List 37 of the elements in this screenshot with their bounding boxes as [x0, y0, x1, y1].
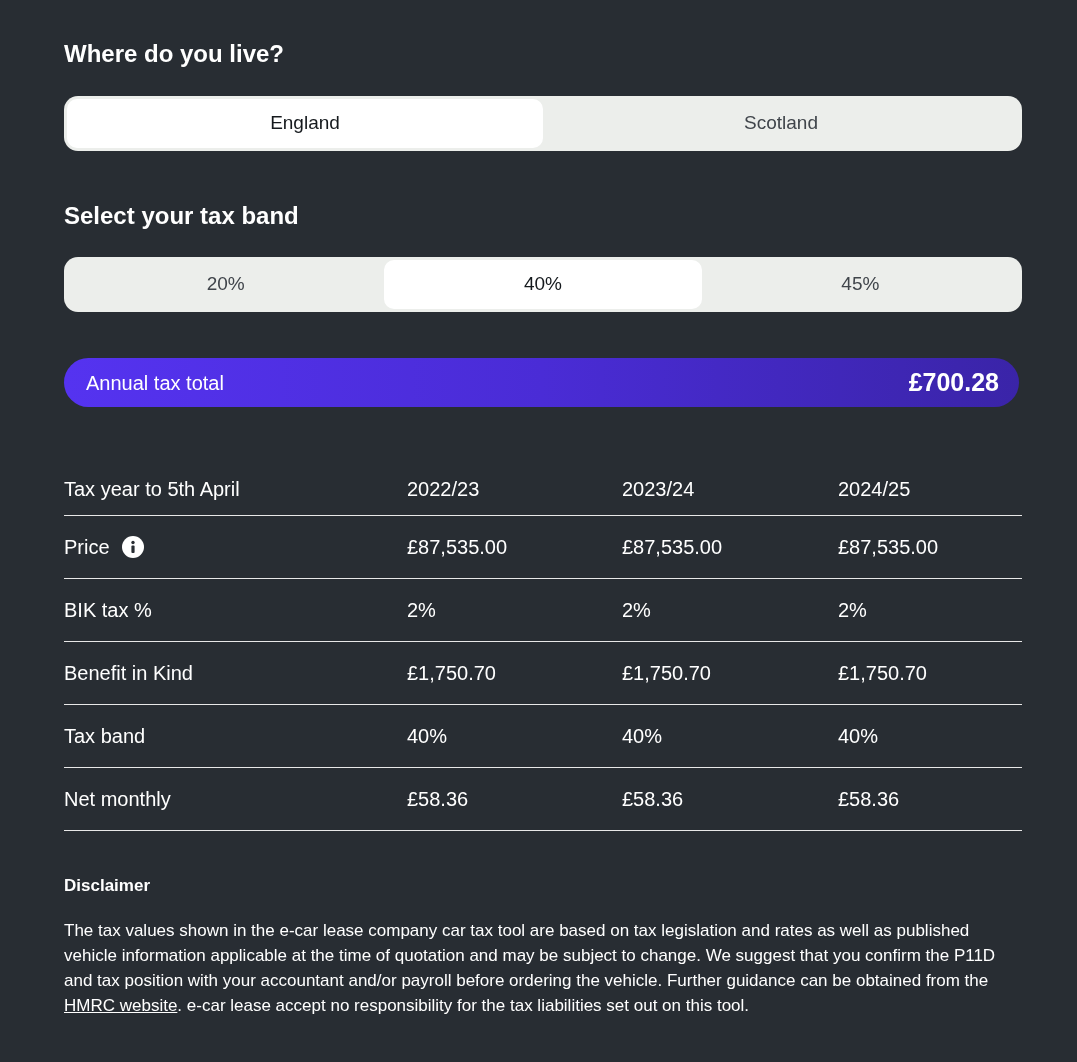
hmrc-link[interactable]: HMRC website	[64, 996, 178, 1015]
option-tab[interactable]: Scotland	[543, 99, 1019, 148]
option-tab[interactable]: 40%	[384, 260, 702, 309]
table-cell-text: 40%	[622, 724, 664, 749]
table-cell-text: £87,535.00	[622, 535, 724, 560]
table-cell-text: £1,750.70	[838, 661, 928, 686]
section-heading: Select your tax band	[64, 201, 300, 231]
column-header: 2023/24	[622, 477, 696, 502]
row-label: Tax band	[64, 724, 146, 749]
annual-total-value: £700.28	[908, 366, 999, 398]
row-label: Benefit in Kind	[64, 661, 193, 686]
table-cell-text: £58.36	[407, 787, 470, 812]
row-label: BIK tax %	[64, 598, 152, 623]
table-cell-text: £58.36	[622, 787, 685, 812]
column-header: Tax year to 5th April	[64, 477, 241, 502]
table-cell-text: £58.36	[838, 787, 901, 812]
disclaimer-title: Disclaimer	[64, 875, 151, 897]
disclaimer-paragraph: The tax values shown in the e-car lease company car tax tool are based on tax legislation and rates as well as published vehicle information applicable at the time of quotation and may be subject to change. We suggest that you confirm the P11D and tax position with your accountant and/or payroll before ordering the vehicle. Further guidance can be obtained from the HMRC website. e-car lease accept no responsibility for the tax liabilities set out on this tool.	[64, 920, 997, 1017]
table-cell-text: 40%	[838, 724, 880, 749]
table-cell-text: £87,535.00	[838, 535, 940, 560]
table-cell-text: 2%	[622, 598, 652, 623]
option-tab[interactable]: 45%	[701, 260, 1019, 309]
section-heading: Where do you live?	[64, 39, 286, 69]
table-cell-text: 2%	[407, 598, 437, 623]
table-cell-text: 2%	[838, 598, 868, 623]
table-cell-text: £87,535.00	[407, 535, 509, 560]
table-cell-text: £1,750.70	[407, 661, 497, 686]
table-cell-text: 40%	[407, 724, 449, 749]
row-label: Price	[64, 535, 110, 560]
option-tab[interactable]: 20%	[67, 260, 385, 309]
column-header: 2024/25	[838, 477, 912, 502]
table-cell-text: £1,750.70	[622, 661, 712, 686]
column-header: 2022/23	[407, 477, 481, 502]
annual-total-label: Annual tax total	[86, 370, 224, 396]
row-label: Net monthly	[64, 787, 171, 812]
info-icon[interactable]	[121, 536, 144, 558]
option-tab[interactable]: England	[67, 99, 543, 148]
